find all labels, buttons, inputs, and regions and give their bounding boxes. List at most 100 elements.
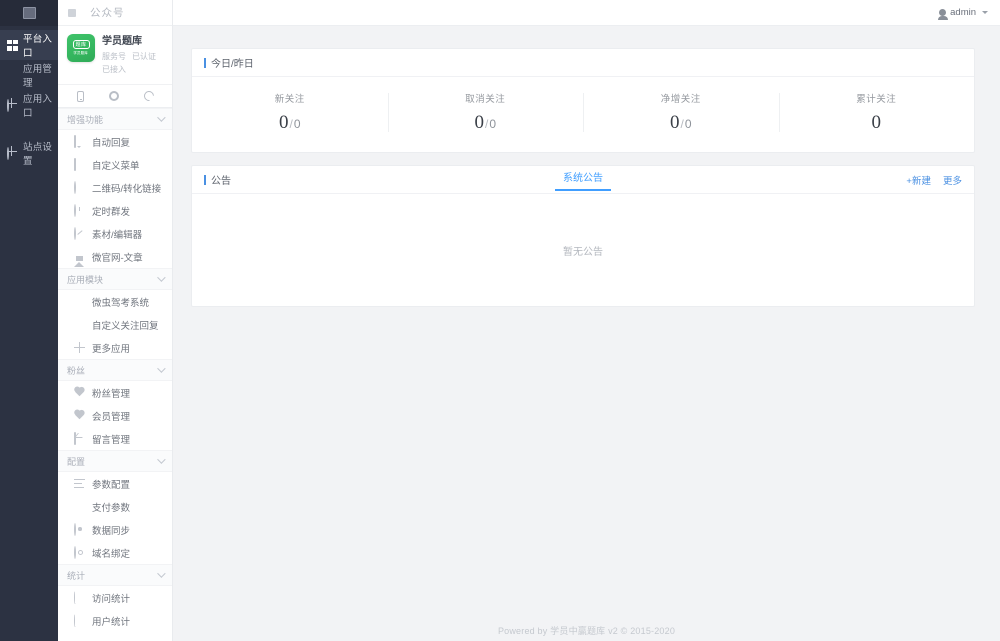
sidebar-group-config[interactable]: 配置 [58,450,172,472]
settings-globe-icon [7,146,18,160]
domain-icon [74,546,85,559]
sidebar-item-user-statistics[interactable]: 用户统计 [58,609,172,632]
rail-item-platform-entry[interactable]: 平台入口 [0,30,58,60]
sidebar-group-fans[interactable]: 粉丝 [58,359,172,381]
sidebar-item-qrcode-link[interactable]: 二维码/转化链接 [58,176,172,199]
sidebar-item-payment-parameters[interactable]: 支付参数 [58,495,172,518]
sidebar-item-label: 素材/编辑器 [92,229,143,241]
sidebar-item-domain-binding[interactable]: 域名绑定 [58,541,172,564]
list-icon [74,478,85,489]
sidebar-item-label: 定时群发 [92,206,131,218]
account-name: 学员题库 [102,36,142,47]
sidebar-group-statistics[interactable]: 统计 [58,564,172,586]
sidebar-item-material-editor[interactable]: 素材/编辑器 [58,222,172,245]
rail-item-app-management[interactable]: 应用管理 [0,60,58,90]
create-notice-link[interactable]: +新建 [906,173,931,187]
notice-panel-header: 公告 系统公告 +新建 更多 [192,166,974,194]
chart-icon [74,614,85,627]
mobile-preview-icon[interactable] [76,90,84,102]
sidebar-item-micro-site-article[interactable]: 微官网-文章 [58,245,172,268]
sidebar-item-label: 留言管理 [92,434,131,446]
gear-icon[interactable] [108,91,119,101]
sidebar-item-driving-exam-system[interactable]: 微虫驾考系统 [58,290,172,313]
qrcode-icon [74,181,85,194]
notice-empty-state: 暂无公告 [192,194,974,306]
clock-icon [74,204,85,217]
sidebar-item-label: 更多应用 [92,343,131,355]
stat-yesterday-value: 0 [684,117,692,131]
sidebar-item-more-apps[interactable]: 更多应用 [58,336,172,359]
sidebar-item-label: 支付参数 [92,502,131,514]
account-verified: 已认证 [132,51,156,61]
chevron-down-icon [157,569,166,578]
cloud-icon [7,70,18,81]
account-tools [58,84,172,108]
sidebar-item-custom-menu[interactable]: 自定义菜单 [58,153,172,176]
rail-item-site-settings[interactable]: 站点设置 [0,138,58,168]
primary-nav-rail: 平台入口 应用管理 应用入口 站点设置 [0,0,58,641]
rail-item-app-entry[interactable]: 应用入口 [0,90,58,120]
image-icon [74,296,85,307]
sidebar-item-visit-statistics[interactable]: 访问统计 [58,586,172,609]
sidebar-item-parameter-config[interactable]: 参数配置 [58,472,172,495]
heart-icon [74,387,85,398]
refresh-icon[interactable] [141,88,156,104]
sidebar-item-scheduled-broadcast[interactable]: 定时群发 [58,199,172,222]
sidebar-item-label: 粉丝管理 [92,388,131,400]
sidebar-group-app-modules[interactable]: 应用模块 [58,268,172,290]
sidebar-item-label: 自动回复 [92,137,131,149]
sync-icon [74,523,85,536]
main-area: admin 今日/昨日 新关注 0/0 取消关注 0/0 净增关注 0/0 累计… [173,0,1000,641]
stat-yesterday-value: 0 [293,117,301,131]
mail-icon [74,432,85,445]
sidebar-item-data-sync[interactable]: 数据同步 [58,518,172,541]
sidebar-item-message-management[interactable]: 留言管理 [58,427,172,450]
chevron-down-icon [157,364,166,373]
plus-icon [74,342,85,353]
content-region: 今日/昨日 新关注 0/0 取消关注 0/0 净增关注 0/0 累计关注 0 公… [173,26,1000,619]
username-label: admin [950,7,976,18]
rail-item-list: 平台入口 应用管理 应用入口 站点设置 [0,26,58,168]
sidebar-item-auto-reply[interactable]: 自动回复 [58,130,172,153]
sidebar-item-label: 微虫驾考系统 [92,297,150,309]
tab-system-notice[interactable]: 系统公告 [555,169,611,191]
pen-icon [74,227,85,240]
sidebar-item-fan-management[interactable]: 粉丝管理 [58,381,172,404]
collapse-icon[interactable] [68,8,76,17]
stat-value: 0/0 [583,112,779,134]
stats-panel-title: 今日/昨日 [204,55,254,70]
sidebar-item-label: 会员管理 [92,411,131,423]
sidebar-group-enhanced[interactable]: 增强功能 [58,108,172,130]
account-info: 学员题库 服务号 已认证 已接入 [102,34,156,75]
sidebar-title: 公众号 [90,7,125,19]
stat-today-value: 0 [474,112,484,133]
notice-panel: 公告 系统公告 +新建 更多 暂无公告 [191,165,975,307]
user-menu[interactable]: admin [937,7,988,20]
rail-item-label: 应用入口 [23,94,53,119]
stat-yesterday-value: 0 [489,117,497,131]
stat-net-growth: 净增关注 0/0 [583,91,779,134]
stat-new-followers: 新关注 0/0 [192,91,388,134]
stat-label: 新关注 [274,94,305,105]
account-logo-icon: 题库 [72,40,90,50]
rail-item-label: 平台入口 [23,34,53,59]
account-logo-subtext: 学员题库 [73,50,89,55]
sidebar-group-label: 增强功能 [67,114,104,125]
more-notices-link[interactable]: 更多 [943,173,962,187]
sidebar-group-label: 粉丝 [67,365,86,376]
stats-panel-header: 今日/昨日 [192,49,974,77]
app-logo[interactable] [0,0,58,26]
sidebar-item-custom-follow-reply[interactable]: 自定义关注回复 [58,313,172,336]
sidebar-item-member-management[interactable]: 会员管理 [58,404,172,427]
app-root: 平台入口 应用管理 应用入口 站点设置 公众号 题库 学员题库 学员题库 服务号… [0,0,1000,641]
secondary-sidebar[interactable]: 公众号 题库 学员题库 学员题库 服务号 已认证 已接入 增强功能 自动回复 自… [58,0,173,641]
chevron-down-icon [157,455,166,464]
sidebar-group-label: 统计 [67,570,86,581]
account-card[interactable]: 题库 学员题库 学员题库 服务号 已认证 已接入 [58,26,172,81]
stat-separator: / [484,117,489,131]
grid-icon [7,39,18,51]
stat-today-value: 0 [871,112,882,133]
stat-value: 0/0 [388,112,584,134]
footer: Powered by 学员中赢题库 v2 © 2015-2020 [173,619,1000,641]
heart-icon [74,410,85,421]
